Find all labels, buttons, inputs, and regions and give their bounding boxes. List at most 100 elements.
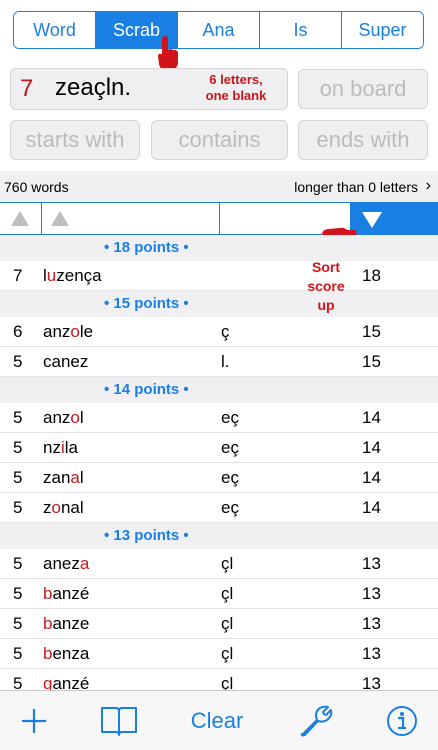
word-suffix: le — [79, 322, 94, 341]
word-length: 5 — [13, 498, 23, 517]
word-score: 13 — [362, 644, 381, 663]
sort-length-button[interactable] — [0, 203, 42, 234]
word-row[interactable]: 5 canez l. 15 — [0, 347, 438, 377]
word-score: 14 — [362, 438, 381, 457]
points-section-title: • 15 points • — [104, 295, 189, 312]
word-prefix: nz — [43, 438, 61, 457]
word-row[interactable]: 5 banze çl 13 — [0, 609, 438, 639]
word-row[interactable]: 5 benza çl 13 — [0, 639, 438, 669]
sort-annotation: Sort score up — [296, 258, 356, 315]
word-text: canez — [43, 352, 88, 372]
word-highlight-letter: a — [70, 468, 80, 487]
tab-word[interactable]: Word — [14, 12, 96, 48]
word-suffix: la — [64, 438, 78, 457]
word-score: 13 — [362, 614, 381, 633]
word-count: 760 words — [4, 179, 69, 195]
sort-word-button[interactable] — [42, 203, 220, 234]
sort-up-icon — [11, 211, 29, 226]
word-prefix: anz — [43, 408, 71, 427]
word-row[interactable]: 5 anzol eç 14 — [0, 403, 438, 433]
rack-input[interactable]: 7 zeaçln. 6 letters, one blank — [10, 68, 288, 110]
bottom-toolbar: Clear — [0, 690, 438, 750]
unused-letters: çl — [221, 614, 234, 633]
word-suffix: nal — [60, 498, 84, 517]
sort-annotation-line1: Sort — [312, 259, 340, 275]
word-score: 14 — [362, 468, 381, 487]
rack-letter-count: 7 — [20, 75, 34, 102]
word-text: anzole — [43, 322, 93, 342]
word-prefix: canez — [43, 352, 89, 371]
word-length: 5 — [13, 352, 23, 371]
word-score: 13 — [362, 554, 381, 573]
word-row[interactable]: 5 zanal eç 14 — [0, 463, 438, 493]
unused-letters: l. — [221, 352, 230, 371]
rack-hint-annotation: 6 letters, one blank — [191, 72, 281, 104]
word-length: 7 — [13, 266, 23, 285]
word-row[interactable]: 7 luzença 18 — [0, 261, 438, 291]
rack-hint-line1: 6 letters, — [209, 72, 263, 87]
length-filter-link[interactable]: longer than 0 letters — [294, 179, 418, 195]
info-button[interactable] — [384, 701, 420, 741]
word-highlight-letter: u — [46, 266, 57, 285]
word-prefix: zan — [43, 468, 71, 487]
rack-letters: zeaçln. — [55, 74, 132, 101]
add-button[interactable] — [16, 701, 52, 741]
word-score: 14 — [362, 498, 381, 517]
word-text: nzila — [43, 438, 78, 458]
unused-letters: eç — [221, 498, 239, 517]
word-score: 15 — [362, 322, 381, 341]
sort-annotation-line3: up — [317, 297, 335, 313]
chevron-right-icon[interactable]: › — [426, 177, 431, 195]
word-row[interactable]: 5 nzila eç 14 — [0, 433, 438, 463]
mode-segmented-control: Word Scrab Ana Is Super — [13, 11, 424, 49]
sort-header — [0, 202, 438, 235]
word-suffix: enza — [52, 644, 90, 663]
points-section-header: • 18 points • — [0, 235, 438, 261]
wrench-icon — [300, 705, 333, 737]
word-length: 5 — [13, 438, 23, 457]
tab-is[interactable]: Is — [260, 12, 342, 48]
word-text: banzé — [43, 584, 89, 604]
settings-button[interactable] — [296, 701, 336, 741]
unused-letters: çl — [221, 644, 234, 663]
starts-with-field[interactable]: starts with — [10, 120, 140, 160]
sort-score-button[interactable] — [351, 203, 438, 234]
word-text: zanal — [43, 468, 84, 488]
word-row[interactable]: 5 aneza çl 13 — [0, 549, 438, 579]
word-text: benza — [43, 644, 89, 664]
pointing-hand-icon — [158, 36, 178, 70]
sort-up-icon — [51, 211, 69, 226]
word-text: aneza — [43, 554, 89, 574]
tab-super[interactable]: Super — [342, 12, 423, 48]
word-prefix: anez — [43, 554, 80, 573]
dictionary-button[interactable] — [98, 701, 140, 741]
results-list: • 18 points • 7 luzença 18 • 15 points • 6 anz… — [0, 235, 438, 699]
word-length: 5 — [13, 408, 23, 427]
unused-letters: eç — [221, 438, 239, 457]
points-section-header: • 15 points • — [0, 291, 438, 317]
plus-icon — [22, 709, 46, 733]
word-prefix: anz — [43, 322, 71, 341]
results-status-bar: 760 words longer than 0 letters › — [0, 171, 438, 202]
word-row[interactable]: 5 zonal eç 14 — [0, 493, 438, 523]
word-text: banze — [43, 614, 89, 634]
word-length: 5 — [13, 468, 23, 487]
contains-field[interactable]: contains — [151, 120, 288, 160]
word-length: 5 — [13, 614, 23, 633]
clear-button[interactable]: Clear — [184, 701, 250, 741]
points-section-title: • 13 points • — [104, 527, 189, 544]
word-length: 5 — [13, 584, 23, 603]
word-highlight-letter: o — [51, 498, 61, 517]
word-highlight-letter: o — [70, 322, 80, 341]
on-board-field[interactable]: on board — [298, 69, 428, 109]
word-prefix: z — [43, 498, 52, 517]
ends-with-field[interactable]: ends with — [298, 120, 428, 160]
word-row[interactable]: 6 anzole ç 15 — [0, 317, 438, 347]
word-row[interactable]: 5 banzé çl 13 — [0, 579, 438, 609]
points-section-header: • 13 points • — [0, 523, 438, 549]
word-score: 13 — [362, 584, 381, 603]
rack-hint-line2: one blank — [205, 88, 267, 103]
tab-ana[interactable]: Ana — [178, 12, 260, 48]
unused-letters: ç — [221, 322, 230, 341]
word-text: luzença — [43, 266, 102, 286]
